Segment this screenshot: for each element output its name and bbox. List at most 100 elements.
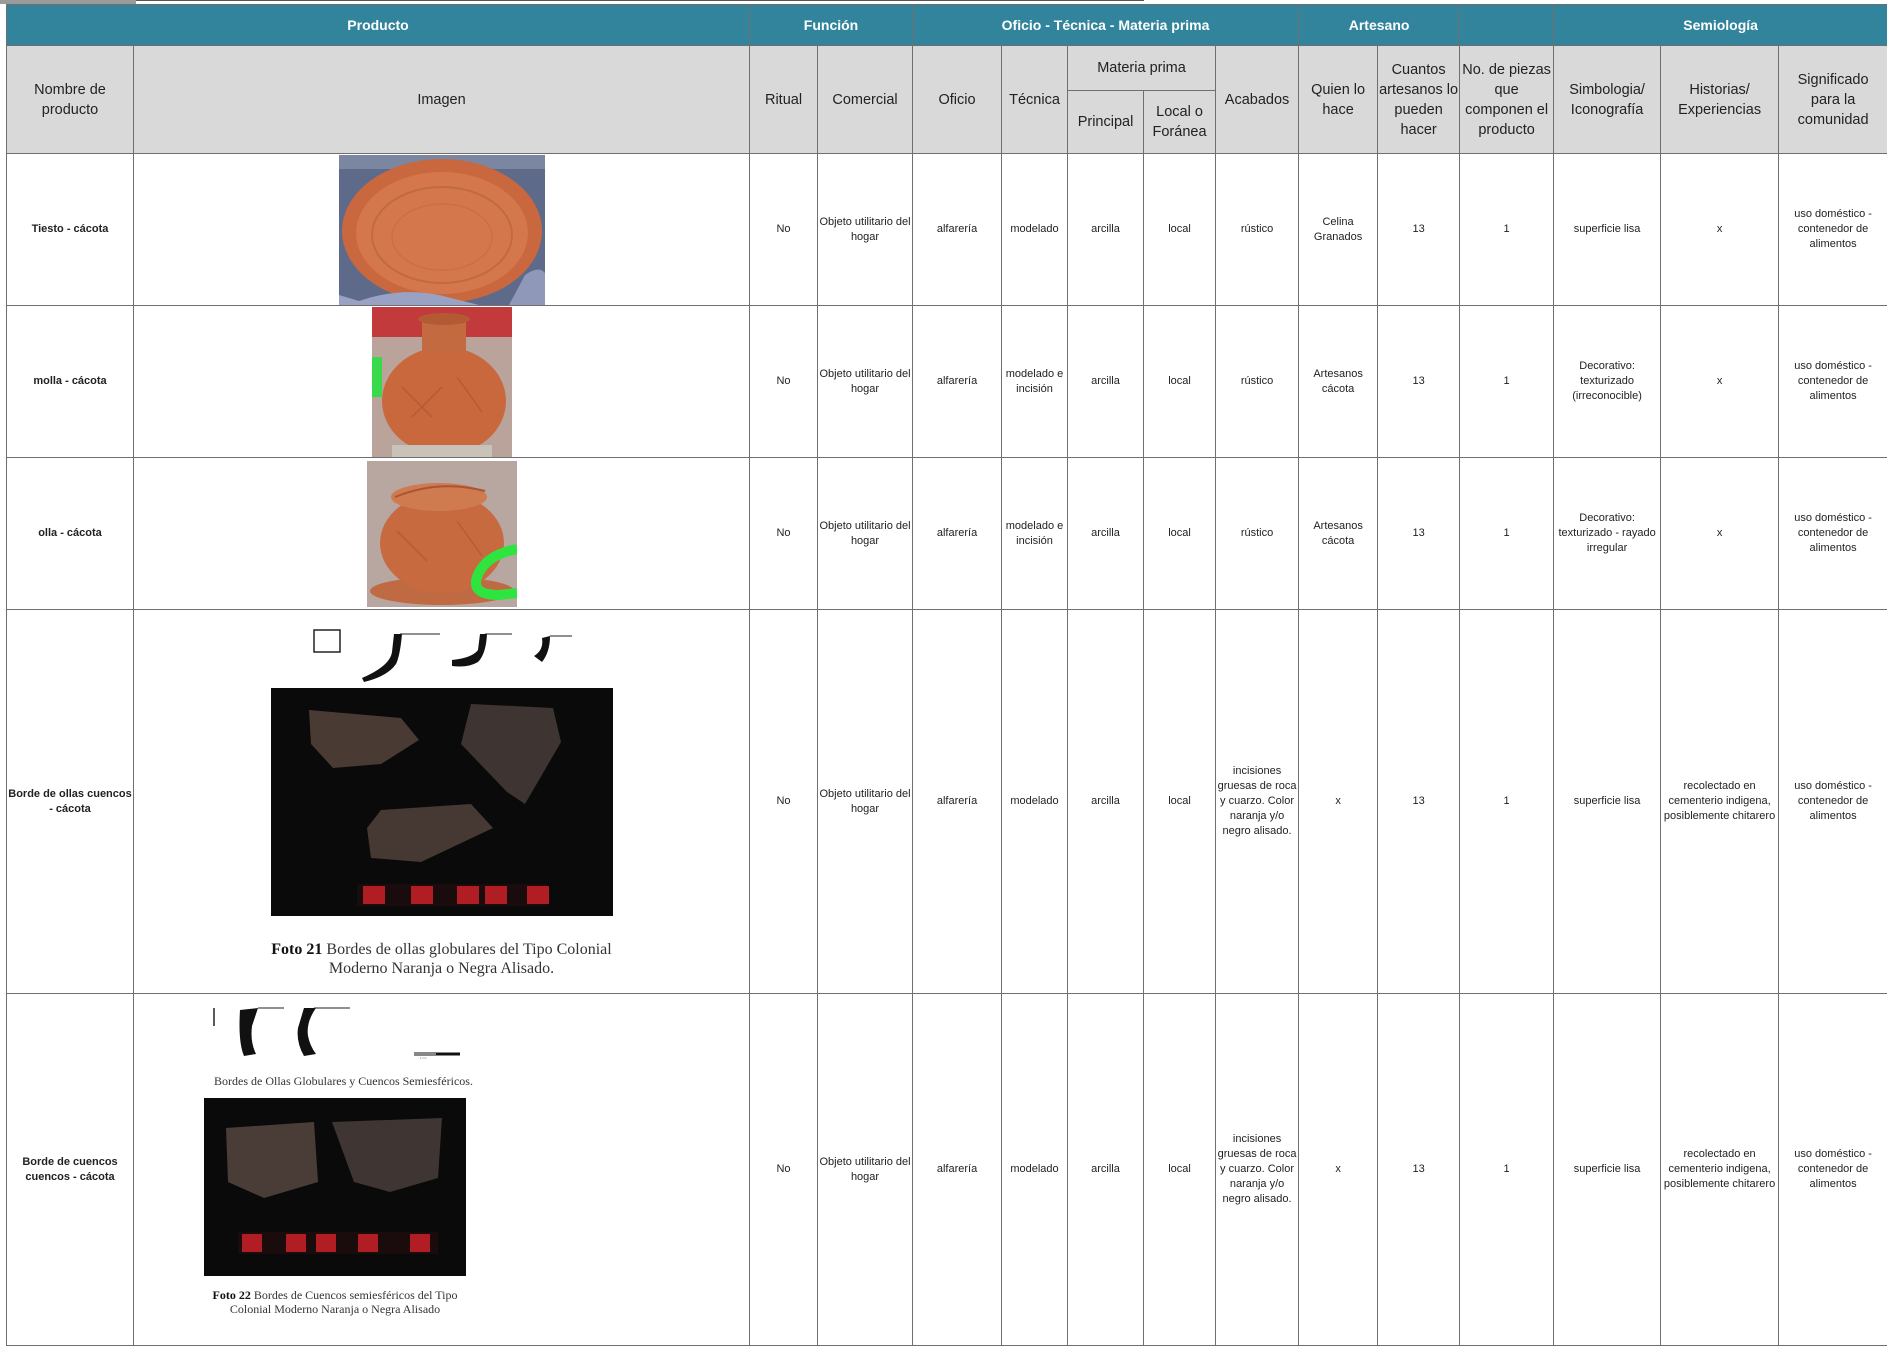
group-header-producto: Producto <box>5 4 751 46</box>
oficio-cell: alfarería <box>912 609 1003 994</box>
lidded-pot-photo-icon <box>366 460 518 607</box>
product-name: molla - cácota <box>6 305 134 458</box>
acabados-cell: rústico <box>1215 305 1300 458</box>
col-header-imagen: Imagen <box>132 45 751 154</box>
oficio-cell: alfarería <box>912 457 1003 610</box>
historias-cell: x <box>1660 153 1780 306</box>
col-header-cuantos: Cuantos artesanos lo pueden hacer <box>1377 45 1461 154</box>
clay-pot-photo-icon <box>371 306 512 457</box>
col-header-historias: Historias/ Experiencias <box>1660 45 1780 154</box>
product-image-cell <box>132 305 751 458</box>
acabados-cell: rústico <box>1215 457 1300 610</box>
tecnica-cell: modelado <box>1001 153 1069 306</box>
group-header-funcion: Función <box>749 4 914 46</box>
piezas-cell: 1 <box>1459 153 1555 306</box>
tecnica-cell: modelado <box>1001 609 1069 994</box>
caption-label: Foto 22 <box>212 1288 251 1302</box>
scale-label: 1 cm <box>420 1056 427 1060</box>
local-cell: local <box>1143 305 1217 458</box>
acabados-cell: incisiones gruesas de roca y cuarzo. Col… <box>1215 609 1300 994</box>
local-cell: local <box>1143 993 1217 1346</box>
local-cell: local <box>1143 609 1217 994</box>
cuantos-cell: 13 <box>1377 993 1461 1346</box>
cuantos-cell: 13 <box>1377 305 1461 458</box>
cuantos-cell: 13 <box>1377 153 1461 306</box>
piezas-cell: 1 <box>1459 457 1555 610</box>
product-image-cell <box>132 457 751 610</box>
quien-cell: x <box>1298 609 1379 994</box>
piezas-cell: 1 <box>1459 993 1555 1346</box>
group-header-blank <box>1459 4 1555 46</box>
simbologia-cell: Decorativo: texturizado - rayado irregul… <box>1553 457 1662 610</box>
col-header-materia-prima: Materia prima <box>1067 45 1217 91</box>
table-row: molla - cácota No Objeto utilitario del … <box>6 305 1887 458</box>
tecnica-cell: modelado e incisión <box>1001 305 1069 458</box>
col-header-oficio: Oficio <box>912 45 1003 154</box>
table-row: olla - cácota No Objeto utilitario del h… <box>6 457 1887 610</box>
historias-cell: x <box>1660 457 1780 610</box>
oficio-cell: alfarería <box>912 305 1003 458</box>
product-image-cell: Foto 21 Bordes de ollas globulares del T… <box>132 609 751 994</box>
rim-profiles-icon: 1 cm <box>204 1002 484 1060</box>
simbologia-cell: superficie lisa <box>1553 153 1662 306</box>
caption-label: Foto 21 <box>271 940 323 958</box>
tecnica-cell: modelado e incisión <box>1001 457 1069 610</box>
piezas-cell: 1 <box>1459 305 1555 458</box>
simbologia-cell: superficie lisa <box>1553 993 1662 1346</box>
product-name: olla - cácota <box>6 457 134 610</box>
comercial-cell: Objeto utilitario del hogar <box>817 153 914 306</box>
group-header-oficio: Oficio - Técnica - Materia prima <box>912 4 1300 46</box>
product-name: Tiesto - cácota <box>6 153 134 306</box>
historias-cell: recolectado en cementerio indigena, posi… <box>1660 609 1780 994</box>
piezas-cell: 1 <box>1459 609 1555 994</box>
col-header-nombre: Nombre de producto <box>6 45 134 154</box>
figure-caption: Foto 22 Bordes de Cuencos semiesféricos … <box>204 1288 466 1316</box>
significado-cell: uso doméstico - contenedor de alimentos <box>1778 609 1887 994</box>
table-row: Borde de ollas cuencos - cácota Foto 21 … <box>6 609 1887 994</box>
sherds-photo-icon <box>270 687 613 916</box>
quien-cell: Artesanos cácota <box>1298 457 1379 610</box>
oficio-cell: alfarería <box>912 153 1003 306</box>
acabados-cell: rústico <box>1215 153 1300 306</box>
clay-plate-photo-icon <box>338 154 545 305</box>
cuantos-cell: 13 <box>1377 609 1461 994</box>
group-header-artesano: Artesano <box>1298 4 1461 46</box>
col-header-tecnica: Técnica <box>1001 45 1069 154</box>
col-header-local-foranea: Local o Foránea <box>1143 90 1217 154</box>
caption-text: Bordes de Cuencos semiesféricos del Tipo… <box>229 1288 458 1316</box>
local-cell: local <box>1143 457 1217 610</box>
col-header-ritual: Ritual <box>749 45 819 154</box>
historias-cell: recolectado en cementerio indigena, posi… <box>1660 993 1780 1346</box>
significado-cell: uso doméstico - contenedor de alimentos <box>1778 305 1887 458</box>
quien-cell: Artesanos cácota <box>1298 305 1379 458</box>
caption-text: Bordes de ollas globulares del Tipo Colo… <box>326 940 612 977</box>
col-header-significado: Significado para la comunidad <box>1778 45 1887 154</box>
historias-cell: x <box>1660 305 1780 458</box>
col-header-comercial: Comercial <box>817 45 914 154</box>
product-name: Borde de ollas cuencos - cácota <box>6 609 134 994</box>
profile-caption: Bordes de Ollas Globulares y Cuencos Sem… <box>214 1074 473 1088</box>
quien-cell: Celina Granados <box>1298 153 1379 306</box>
significado-cell: uso doméstico - contenedor de alimentos <box>1778 993 1887 1346</box>
acabados-cell: incisiones gruesas de roca y cuarzo. Col… <box>1215 993 1300 1346</box>
quien-cell: x <box>1298 993 1379 1346</box>
sherds-photo-icon <box>204 1098 466 1276</box>
local-cell: local <box>1143 153 1217 306</box>
ritual-cell: No <box>749 153 819 306</box>
comercial-cell: Objeto utilitario del hogar <box>817 609 914 994</box>
rim-profiles-icon <box>292 626 592 682</box>
table-row: Tiesto - cácota No Objeto utilitario del… <box>6 153 1887 306</box>
ritual-cell: No <box>749 305 819 458</box>
product-name: Borde de cuencos cuencos - cácota <box>6 993 134 1346</box>
simbologia-cell: superficie lisa <box>1553 609 1662 994</box>
simbologia-cell: Decorativo: texturizado (irreconocible) <box>1553 305 1662 458</box>
product-image-cell <box>132 153 751 306</box>
col-header-simbologia: Simbologia/ Iconografía <box>1553 45 1662 154</box>
col-header-principal: Principal <box>1067 90 1145 154</box>
significado-cell: uso doméstico - contenedor de alimentos <box>1778 457 1887 610</box>
oficio-cell: alfarería <box>912 993 1003 1346</box>
tecnica-cell: modelado <box>1001 993 1069 1346</box>
col-header-quien: Quien lo hace <box>1298 45 1379 154</box>
comercial-cell: Objeto utilitario del hogar <box>817 305 914 458</box>
ritual-cell: No <box>749 609 819 994</box>
